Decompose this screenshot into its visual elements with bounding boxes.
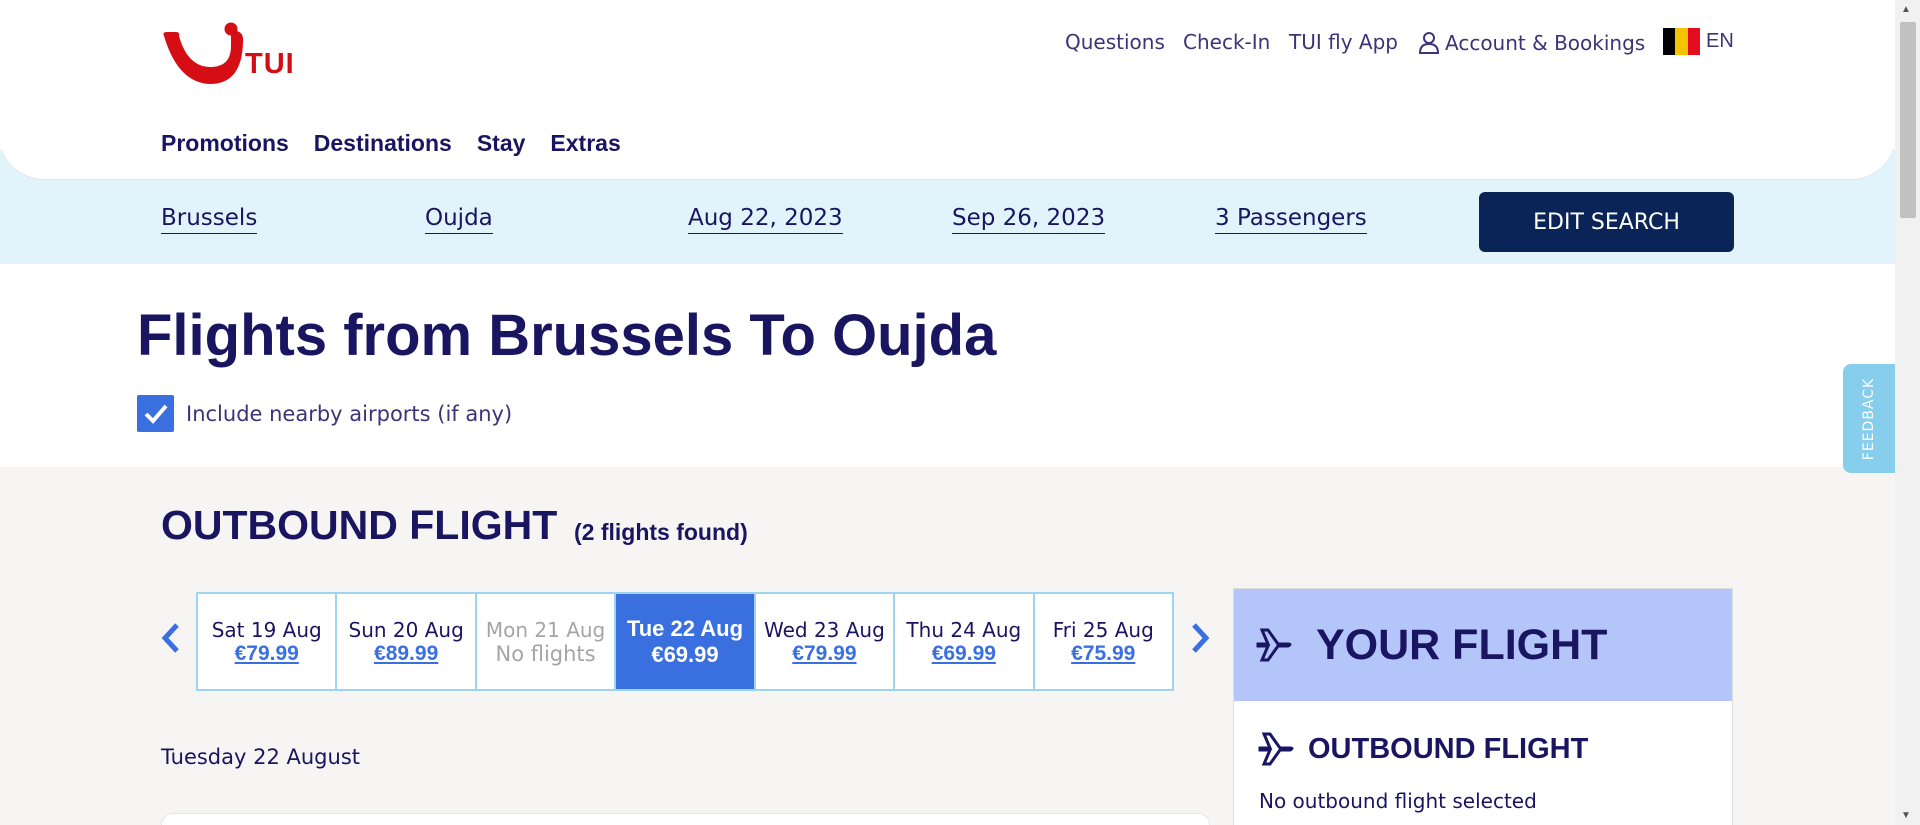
date-option-day: Fri 25 Aug — [1052, 617, 1154, 642]
nearby-airports-option[interactable]: Include nearby airports (if any) — [137, 395, 512, 432]
your-outbound-heading: OUTBOUND FLIGHT — [1256, 729, 1588, 769]
date-option-price[interactable]: €69.99 — [932, 642, 996, 666]
your-flight-panel: YOUR FLIGHT OUTBOUND FLIGHT No outbound … — [1233, 588, 1733, 825]
date-carousel: Sat 19 Aug €79.99 Sun 20 Aug €89.99 Mon 21 A… — [196, 592, 1174, 691]
date-option-price[interactable]: €79.99 — [235, 642, 299, 666]
edit-search-button[interactable]: EDIT SEARCH — [1479, 192, 1734, 252]
scroll-thumb[interactable] — [1900, 22, 1916, 218]
your-flight-header: YOUR FLIGHT — [1234, 589, 1732, 701]
search-return-date[interactable]: Sep 26, 2023 — [952, 205, 1106, 234]
date-option-day: Sat 19 Aug — [211, 617, 322, 642]
site-header: TUI Questions Check-In TUI fly App Accou… — [0, 0, 1895, 180]
previous-dates-button[interactable] — [156, 620, 186, 656]
top-navigation: Questions Check-In TUI fly App Account &… — [0, 30, 1895, 60]
account-link[interactable]: Account & Bookings — [1417, 30, 1645, 55]
nav-extras[interactable]: Extras — [550, 130, 620, 157]
chevron-left-icon — [161, 623, 179, 653]
questions-link[interactable]: Questions — [1065, 30, 1165, 54]
date-option-price[interactable]: €69.99 — [651, 642, 718, 668]
date-option-price[interactable]: €79.99 — [792, 642, 856, 666]
date-option-price: No flights — [495, 641, 596, 666]
scroll-up-arrow-icon[interactable]: ▲ — [1901, 4, 1911, 15]
date-option-day: Thu 24 Aug — [906, 617, 1022, 642]
your-flight-title: YOUR FLIGHT — [1316, 620, 1608, 669]
outbound-status: No outbound flight selected — [1259, 789, 1537, 813]
language-selector[interactable]: EN — [1706, 30, 1734, 53]
search-from[interactable]: Brussels — [161, 205, 258, 234]
search-depart-date[interactable]: Aug 22, 2023 — [688, 205, 843, 234]
date-option: Mon 21 Aug No flights — [477, 594, 617, 689]
flight-result-card[interactable] — [161, 813, 1210, 825]
outbound-title: OUTBOUND FLIGHT — [161, 502, 558, 548]
date-option-price[interactable]: €75.99 — [1071, 642, 1135, 666]
nearby-airports-checkbox[interactable] — [137, 395, 174, 432]
date-option[interactable]: Fri 25 Aug €75.99 — [1035, 594, 1172, 689]
date-option-day: Tue 22 Aug — [626, 615, 744, 641]
feedback-tab[interactable]: FEEDBACK — [1843, 364, 1895, 473]
nav-promotions[interactable]: Promotions — [161, 130, 289, 157]
belgium-flag-icon[interactable] — [1663, 28, 1700, 55]
date-option[interactable]: Tue 22 Aug €69.99 — [616, 594, 756, 689]
flights-found-count: (2 flights found) — [574, 519, 748, 545]
page-title: Flights from Brussels To Oujda — [137, 303, 997, 368]
checkin-link[interactable]: Check-In — [1183, 30, 1270, 54]
nav-destinations[interactable]: Destinations — [314, 130, 452, 157]
nearby-airports-label: Include nearby airports (if any) — [186, 401, 513, 426]
chevron-right-icon — [1192, 623, 1210, 653]
date-option-day: Mon 21 Aug — [485, 617, 606, 642]
app-link[interactable]: TUI fly App — [1289, 30, 1398, 54]
scroll-down-arrow-icon[interactable]: ▼ — [1901, 810, 1911, 821]
selected-day-label: Tuesday 22 August — [161, 745, 360, 769]
plane-icon — [1256, 628, 1292, 662]
main-navigation: Promotions Destinations Stay Extras — [161, 130, 646, 157]
page-scrollbar[interactable]: ▲ ▼ — [1895, 0, 1920, 825]
date-option-price[interactable]: €89.99 — [374, 642, 438, 666]
checkmark-icon — [144, 404, 168, 424]
account-label: Account & Bookings — [1445, 31, 1646, 55]
date-option[interactable]: Sun 20 Aug €89.99 — [337, 594, 477, 689]
nav-stay[interactable]: Stay — [477, 130, 526, 157]
next-dates-button[interactable] — [1185, 620, 1215, 656]
date-option-day: Wed 23 Aug — [763, 617, 885, 642]
user-icon — [1418, 32, 1440, 54]
feedback-label: FEEDBACK — [1861, 377, 1878, 460]
date-option[interactable]: Wed 23 Aug €79.99 — [756, 594, 896, 689]
plane-icon — [1258, 732, 1294, 766]
search-to[interactable]: Oujda — [425, 205, 493, 234]
date-option-day: Sun 20 Aug — [348, 617, 464, 642]
date-option[interactable]: Sat 19 Aug €79.99 — [198, 594, 338, 689]
search-passengers[interactable]: 3 Passengers — [1215, 205, 1367, 234]
date-option[interactable]: Thu 24 Aug €69.99 — [895, 594, 1035, 689]
your-outbound-title: OUTBOUND FLIGHT — [1308, 732, 1589, 765]
